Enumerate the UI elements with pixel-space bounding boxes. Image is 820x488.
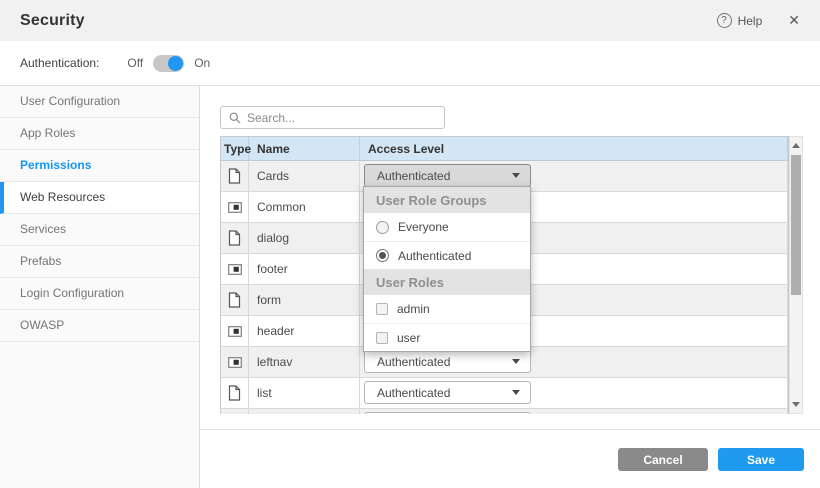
sidebar-item-owasp[interactable]: OWASP xyxy=(0,310,199,342)
resource-type-icon xyxy=(221,316,249,346)
checkbox-icon xyxy=(376,303,388,315)
resource-type-icon xyxy=(221,254,249,284)
table-scrollbar[interactable] xyxy=(789,136,803,414)
radio-icon xyxy=(376,249,389,262)
security-window: Security ? Help ✕ Authentication: Off On… xyxy=(0,0,820,488)
authentication-label: Authentication: xyxy=(20,56,99,70)
sidebar-item-services[interactable]: Services xyxy=(0,214,199,246)
titlebar: Security ? Help ✕ xyxy=(0,0,820,41)
resource-name: header xyxy=(249,316,360,346)
dropdown-group-header: User Roles xyxy=(364,269,530,295)
resource-type-icon xyxy=(221,192,249,222)
scroll-down-icon[interactable] xyxy=(792,402,800,407)
search-box xyxy=(220,106,445,129)
toggle-on-label: On xyxy=(194,56,210,70)
checkbox-icon xyxy=(376,332,388,344)
help-button[interactable]: ? Help xyxy=(717,13,763,28)
help-label: Help xyxy=(738,14,763,28)
option-everyone[interactable]: Everyone xyxy=(364,213,530,241)
resource-type-icon xyxy=(221,223,249,253)
sidebar-item-login-configuration[interactable]: Login Configuration xyxy=(0,278,199,310)
column-header-name: Name xyxy=(249,137,360,160)
resource-type-icon xyxy=(221,347,249,377)
resources-table: Type Name Access Level Cards Authenticat… xyxy=(220,136,803,414)
toggle-knob xyxy=(168,56,183,71)
option-admin[interactable]: admin xyxy=(364,295,530,323)
toggle-off-label: Off xyxy=(127,56,143,70)
column-header-type: Type xyxy=(221,137,249,160)
resource-type-icon xyxy=(221,285,249,315)
authentication-toggle[interactable] xyxy=(153,55,184,72)
sidebar-item-user-configuration[interactable]: User Configuration xyxy=(0,86,199,118)
chevron-down-icon xyxy=(512,390,520,395)
radio-icon xyxy=(376,221,389,234)
access-level-select[interactable]: Authenticated xyxy=(364,164,531,187)
access-level-select[interactable]: Authenticated xyxy=(364,381,531,404)
resource-name: list xyxy=(249,378,360,408)
resource-name: leftnav xyxy=(249,347,360,377)
sidebar: User Configuration App Roles Permissions… xyxy=(0,86,200,488)
authentication-bar: Authentication: Off On xyxy=(0,41,820,86)
resource-name xyxy=(249,409,360,414)
option-user[interactable]: user xyxy=(364,323,530,351)
resource-name: dialog xyxy=(249,223,360,253)
access-level-select[interactable]: Authenticated xyxy=(364,350,531,373)
table-row: list Authenticated xyxy=(221,378,788,409)
resource-name: form xyxy=(249,285,360,315)
footer-divider xyxy=(200,429,820,430)
chevron-down-icon xyxy=(512,173,520,178)
resource-name: footer xyxy=(249,254,360,284)
page-title: Security xyxy=(20,12,717,30)
search-icon xyxy=(229,112,241,124)
sidebar-item-app-roles[interactable]: App Roles xyxy=(0,118,199,150)
option-authenticated[interactable]: Authenticated xyxy=(364,241,530,269)
search-input[interactable] xyxy=(247,111,436,125)
resource-type-icon xyxy=(221,378,249,408)
sidebar-item-prefabs[interactable]: Prefabs xyxy=(0,246,199,278)
help-icon: ? xyxy=(717,13,732,28)
main-panel: Type Name Access Level Cards Authenticat… xyxy=(200,86,820,488)
cancel-button[interactable]: Cancel xyxy=(618,448,708,471)
resource-type-icon xyxy=(221,161,249,191)
close-icon[interactable]: ✕ xyxy=(788,12,800,29)
resource-type-icon xyxy=(221,409,249,414)
resource-name: Cards xyxy=(249,161,360,191)
sidebar-item-web-resources[interactable]: Web Resources xyxy=(0,182,199,214)
table-header-row: Type Name Access Level xyxy=(221,137,788,161)
sidebar-item-permissions[interactable]: Permissions xyxy=(0,150,199,182)
save-button[interactable]: Save xyxy=(718,448,804,471)
column-header-access-level: Access Level xyxy=(360,137,788,160)
chevron-down-icon xyxy=(512,359,520,364)
dropdown-group-header: User Role Groups xyxy=(364,187,530,213)
table-row xyxy=(221,409,788,414)
scrollbar-thumb[interactable] xyxy=(791,155,801,295)
scroll-up-icon[interactable] xyxy=(792,143,800,148)
access-level-select[interactable] xyxy=(364,412,531,414)
resource-name: Common xyxy=(249,192,360,222)
access-level-dropdown-panel: User Role Groups Everyone Authenticated … xyxy=(363,186,531,352)
